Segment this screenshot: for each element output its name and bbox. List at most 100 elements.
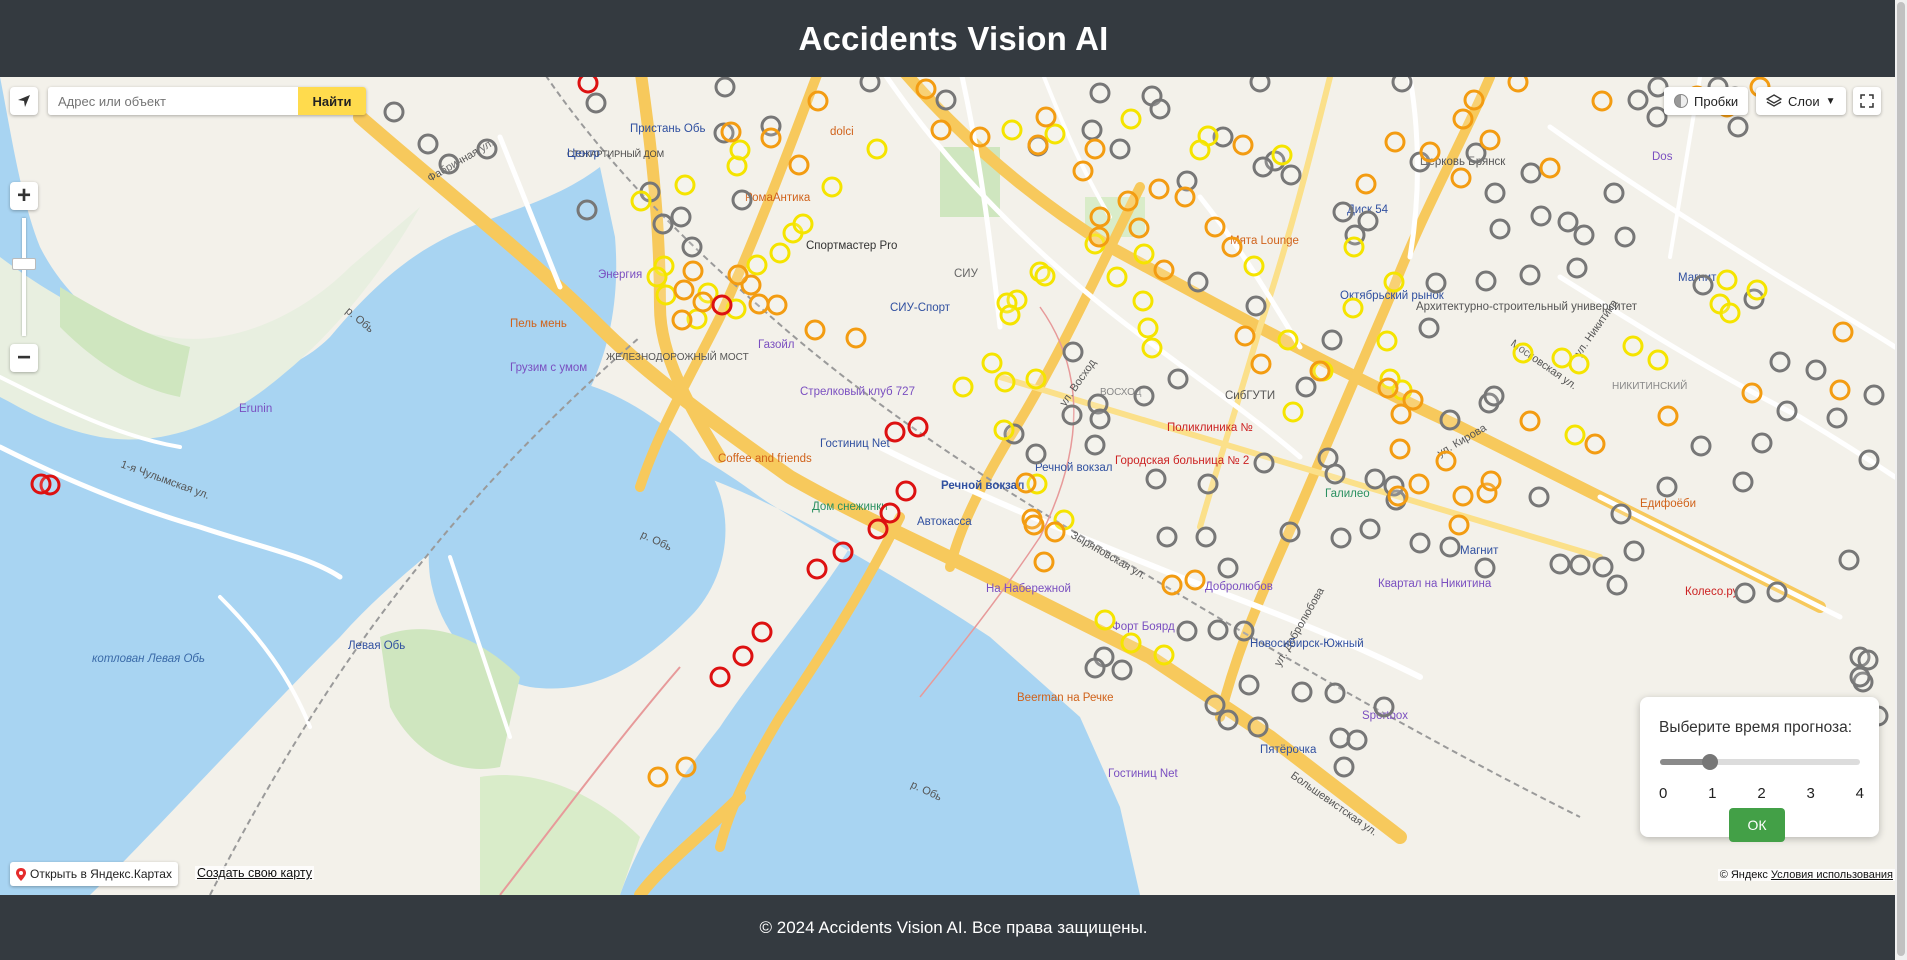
orange-accident-marker[interactable]: [1519, 410, 1541, 432]
yellow-accident-marker[interactable]: [1551, 347, 1573, 369]
yellow-accident-marker[interactable]: [1094, 609, 1116, 631]
gray-accident-marker[interactable]: [1373, 696, 1395, 718]
gray-accident-marker[interactable]: [1233, 620, 1255, 642]
gray-accident-marker[interactable]: [1519, 264, 1541, 286]
gray-accident-marker[interactable]: [1089, 82, 1111, 104]
gray-accident-marker[interactable]: [935, 89, 957, 111]
gray-accident-marker[interactable]: [1333, 756, 1355, 778]
gray-accident-marker[interactable]: [1249, 77, 1271, 93]
gray-accident-marker[interactable]: [476, 138, 498, 160]
yellow-accident-marker[interactable]: [1044, 123, 1066, 145]
zoom-out-button[interactable]: −: [10, 344, 38, 372]
orange-accident-marker[interactable]: [1452, 108, 1474, 130]
yellow-accident-marker[interactable]: [1376, 330, 1398, 352]
orange-accident-marker[interactable]: [1184, 569, 1206, 591]
yellow-accident-marker[interactable]: [1282, 401, 1304, 423]
terms-link[interactable]: Условия использования: [1771, 869, 1893, 881]
yellow-accident-marker[interactable]: [1189, 139, 1211, 161]
gray-accident-marker[interactable]: [1656, 476, 1678, 498]
gray-accident-marker[interactable]: [1849, 666, 1871, 688]
gray-accident-marker[interactable]: [859, 77, 881, 93]
create-map-link[interactable]: Создать свою карту: [195, 866, 315, 880]
fullscreen-button[interactable]: [1853, 87, 1881, 115]
orange-accident-marker[interactable]: [1023, 514, 1045, 536]
gray-accident-marker[interactable]: [1084, 434, 1106, 456]
orange-accident-marker[interactable]: [915, 78, 937, 100]
red-accident-marker[interactable]: [751, 621, 773, 643]
gray-accident-marker[interactable]: [1857, 649, 1879, 671]
orange-accident-marker[interactable]: [969, 126, 991, 148]
orange-accident-marker[interactable]: [748, 293, 770, 315]
orange-accident-marker[interactable]: [1539, 157, 1561, 179]
orange-accident-marker[interactable]: [1480, 470, 1502, 492]
yellow-accident-marker[interactable]: [1271, 144, 1293, 166]
gray-accident-marker[interactable]: [1061, 404, 1083, 426]
orange-accident-marker[interactable]: [1250, 353, 1272, 375]
gray-accident-marker[interactable]: [417, 133, 439, 155]
red-accident-marker[interactable]: [711, 294, 733, 316]
gray-accident-marker[interactable]: [585, 92, 607, 114]
orange-accident-marker[interactable]: [1408, 473, 1430, 495]
gray-accident-marker[interactable]: [681, 236, 703, 258]
orange-accident-marker[interactable]: [1084, 138, 1106, 160]
forecast-ok-button[interactable]: ОК: [1729, 808, 1785, 842]
zoom-in-button[interactable]: +: [10, 182, 38, 210]
layers-button[interactable]: Слои ▼: [1756, 87, 1846, 115]
gray-accident-marker[interactable]: [1592, 556, 1614, 578]
gray-accident-marker[interactable]: [1623, 540, 1645, 562]
orange-accident-marker[interactable]: [1450, 167, 1472, 189]
gray-accident-marker[interactable]: [1109, 138, 1131, 160]
yellow-accident-marker[interactable]: [1141, 337, 1163, 359]
yellow-accident-marker[interactable]: [1243, 255, 1265, 277]
red-accident-marker[interactable]: [832, 541, 854, 563]
gray-accident-marker[interactable]: [1089, 408, 1111, 430]
orange-accident-marker[interactable]: [1741, 382, 1763, 404]
orange-accident-marker[interactable]: [1463, 89, 1485, 111]
open-in-yandex-link[interactable]: Открыть в Яндекс.Картах: [10, 862, 178, 886]
gray-accident-marker[interactable]: [1359, 518, 1381, 540]
gray-accident-marker[interactable]: [1279, 521, 1301, 543]
orange-accident-marker[interactable]: [1584, 433, 1606, 455]
orange-accident-marker[interactable]: [682, 260, 704, 282]
red-accident-marker[interactable]: [907, 416, 929, 438]
yellow-accident-marker[interactable]: [1153, 644, 1175, 666]
yellow-accident-marker[interactable]: [1716, 269, 1738, 291]
yellow-accident-marker[interactable]: [999, 304, 1021, 326]
yellow-accident-marker[interactable]: [1342, 297, 1364, 319]
orange-accident-marker[interactable]: [1204, 216, 1226, 238]
yellow-accident-marker[interactable]: [1001, 119, 1023, 141]
gray-accident-marker[interactable]: [1197, 473, 1219, 495]
orange-accident-marker[interactable]: [845, 327, 867, 349]
orange-accident-marker[interactable]: [1390, 403, 1412, 425]
red-accident-marker[interactable]: [30, 473, 52, 495]
orange-accident-marker[interactable]: [1044, 521, 1066, 543]
gray-accident-marker[interactable]: [1238, 674, 1260, 696]
gray-accident-marker[interactable]: [1858, 449, 1880, 471]
yellow-accident-marker[interactable]: [1564, 424, 1586, 446]
yellow-accident-marker[interactable]: [1277, 329, 1299, 351]
gray-accident-marker[interactable]: [1081, 119, 1103, 141]
zoom-slider-track[interactable]: [12, 218, 36, 336]
gray-accident-marker[interactable]: [714, 77, 736, 98]
yellow-accident-marker[interactable]: [1106, 266, 1128, 288]
gray-accident-marker[interactable]: [1330, 527, 1352, 549]
yellow-accident-marker[interactable]: [769, 242, 791, 264]
orange-accident-marker[interactable]: [647, 766, 669, 788]
yellow-accident-marker[interactable]: [952, 376, 974, 398]
gray-accident-marker[interactable]: [1145, 468, 1167, 490]
gray-accident-marker[interactable]: [670, 206, 692, 228]
yellow-accident-marker[interactable]: [1034, 265, 1056, 287]
gray-accident-marker[interactable]: [1084, 657, 1106, 679]
gray-accident-marker[interactable]: [1062, 341, 1084, 363]
gray-accident-marker[interactable]: [1439, 536, 1461, 558]
gray-accident-marker[interactable]: [1520, 162, 1542, 184]
red-accident-marker[interactable]: [867, 518, 889, 540]
yellow-accident-marker[interactable]: [655, 284, 677, 306]
gray-accident-marker[interactable]: [1690, 435, 1712, 457]
yellow-accident-marker[interactable]: [1719, 302, 1741, 324]
yellow-accident-marker[interactable]: [630, 190, 652, 212]
yellow-accident-marker[interactable]: [1120, 108, 1142, 130]
red-accident-marker[interactable]: [895, 480, 917, 502]
gray-accident-marker[interactable]: [1826, 407, 1848, 429]
yellow-accident-marker[interactable]: [993, 419, 1015, 441]
